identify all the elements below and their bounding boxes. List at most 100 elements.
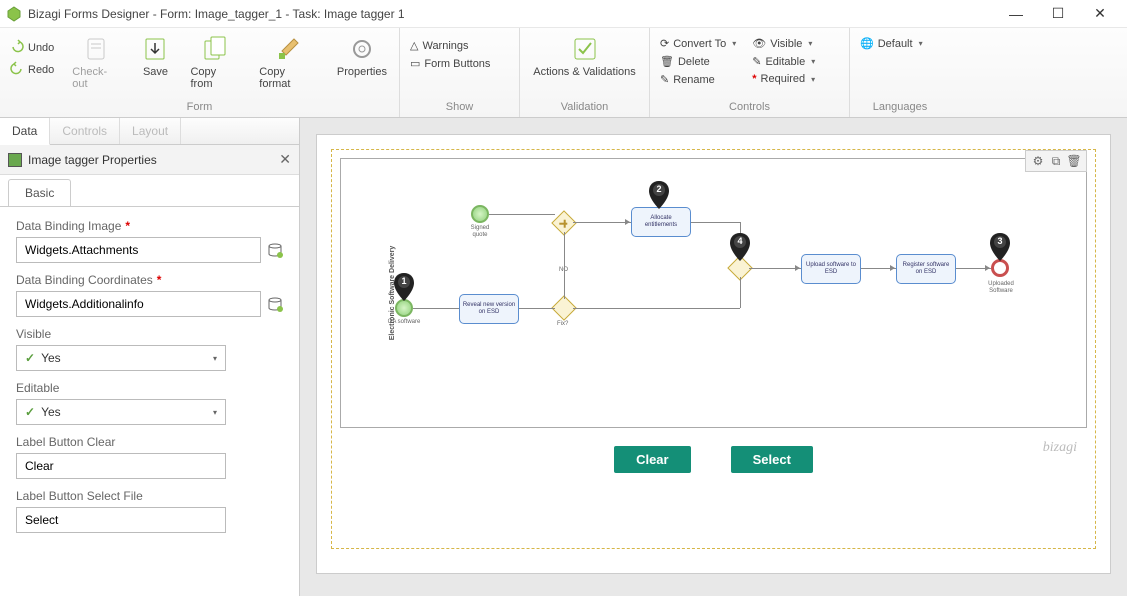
required-indicator: * bbox=[157, 273, 162, 287]
start-label: Signed quote bbox=[463, 225, 497, 238]
default-language-button[interactable]: 🌐Default▾ bbox=[858, 36, 925, 51]
required-toggle[interactable]: *Required▾ bbox=[750, 72, 817, 86]
clear-button[interactable]: Clear bbox=[614, 446, 691, 473]
canvas-area: ⚙ ⧉ 🗑 Electronic Software Delivery Signe… bbox=[300, 118, 1127, 596]
convert-icon: ⟳ bbox=[660, 37, 669, 50]
redo-button[interactable]: Redo bbox=[8, 60, 56, 79]
window-title: Bizagi Forms Designer - Form: Image_tagg… bbox=[28, 7, 995, 21]
data-binding-coords-input[interactable] bbox=[16, 291, 261, 317]
properties-button[interactable]: Properties bbox=[333, 32, 391, 80]
copy-from-icon bbox=[200, 34, 230, 64]
form-container[interactable]: ⚙ ⧉ 🗑 Electronic Software Delivery Signe… bbox=[331, 149, 1096, 549]
sidebar: Data Controls Layout Image tagger Proper… bbox=[0, 118, 300, 596]
save-icon bbox=[140, 34, 170, 64]
map-pin-4[interactable]: 4 bbox=[730, 233, 750, 261]
visible-label: Visible bbox=[16, 327, 51, 341]
start-event-signed-quote bbox=[471, 205, 489, 223]
chevron-down-icon: ▾ bbox=[213, 354, 217, 363]
pencil-icon: ✎ bbox=[752, 55, 761, 68]
convert-to-button[interactable]: ⟳Convert To▾ bbox=[658, 36, 738, 51]
save-button[interactable]: Save bbox=[136, 32, 174, 80]
start-event-ga-software bbox=[395, 299, 413, 317]
check-icon bbox=[570, 34, 600, 64]
chevron-down-icon: ▾ bbox=[732, 39, 736, 48]
bizagi-logo: bizagi bbox=[1043, 440, 1077, 456]
data-binding-image-input[interactable] bbox=[16, 237, 261, 263]
maximize-button[interactable]: ☐ bbox=[1037, 1, 1079, 27]
label-clear-label: Label Button Clear bbox=[16, 435, 115, 449]
database-picker-icon[interactable] bbox=[267, 242, 283, 258]
rename-button[interactable]: ✎Rename bbox=[658, 72, 738, 87]
visible-toggle[interactable]: 👁Visible▾ bbox=[750, 36, 817, 51]
gear-icon bbox=[347, 34, 377, 64]
properties-title: Image tagger Properties bbox=[28, 153, 157, 167]
chevron-down-icon: ▾ bbox=[213, 408, 217, 417]
delete-button[interactable]: 🗑Delete bbox=[658, 54, 738, 69]
chevron-down-icon: ▾ bbox=[811, 75, 815, 84]
editable-toggle[interactable]: ✎Editable▾ bbox=[750, 54, 817, 69]
actions-validations-button[interactable]: Actions & Validations bbox=[529, 32, 640, 80]
app-logo-icon bbox=[6, 6, 22, 22]
data-binding-image-label: Data Binding Image bbox=[16, 219, 121, 233]
form-buttons-icon: ▭ bbox=[410, 57, 420, 70]
chevron-down-icon: ▾ bbox=[919, 39, 923, 48]
chevron-down-icon: ▾ bbox=[808, 39, 812, 48]
database-picker-icon[interactable] bbox=[267, 296, 283, 312]
widget-toolbar: ⚙ ⧉ 🗑 bbox=[1025, 150, 1087, 172]
ribbon-group-controls-label: Controls bbox=[658, 101, 841, 115]
asterisk-icon: * bbox=[752, 73, 756, 85]
chevron-down-icon: ▾ bbox=[811, 57, 815, 66]
label-clear-input[interactable] bbox=[16, 453, 226, 479]
checkout-icon bbox=[81, 34, 111, 64]
delete-icon[interactable]: 🗑 bbox=[1067, 154, 1081, 168]
tab-basic[interactable]: Basic bbox=[8, 179, 71, 206]
gateway-label: Fix? bbox=[557, 321, 568, 328]
settings-icon[interactable]: ⚙ bbox=[1031, 154, 1045, 168]
copy-from-button[interactable]: Copy from bbox=[186, 32, 243, 92]
redo-icon bbox=[10, 61, 24, 78]
ribbon: Undo Redo Check-out Save Copy from Copy … bbox=[0, 28, 1127, 118]
task-reveal: Reveal new version on ESD bbox=[459, 294, 519, 324]
task-upload: Upload software to ESD bbox=[801, 254, 861, 284]
tab-controls[interactable]: Controls bbox=[50, 118, 120, 144]
ribbon-group-languages-label: Languages bbox=[858, 101, 942, 115]
map-pin-3[interactable]: 3 bbox=[990, 233, 1010, 261]
tab-data[interactable]: Data bbox=[0, 118, 50, 145]
select-button[interactable]: Select bbox=[731, 446, 813, 473]
brush-icon bbox=[273, 34, 303, 64]
tab-layout[interactable]: Layout bbox=[120, 118, 181, 144]
warning-icon: △ bbox=[410, 39, 418, 52]
widget-icon bbox=[8, 153, 22, 167]
label-select-input[interactable] bbox=[16, 507, 226, 533]
copy-icon[interactable]: ⧉ bbox=[1049, 154, 1063, 168]
trash-icon: 🗑 bbox=[660, 55, 674, 68]
ribbon-group-show-label: Show bbox=[408, 101, 511, 115]
properties-header: Image tagger Properties ✕ bbox=[0, 145, 299, 175]
ribbon-group-form-label: Form bbox=[8, 101, 391, 115]
ribbon-group-validation-label: Validation bbox=[528, 101, 641, 115]
undo-icon bbox=[10, 39, 24, 56]
data-binding-coords-label: Data Binding Coordinates bbox=[16, 273, 153, 287]
close-window-button[interactable]: ✕ bbox=[1079, 1, 1121, 27]
editable-label: Editable bbox=[16, 381, 59, 395]
end-label: Uploaded Software bbox=[981, 281, 1021, 294]
titlebar: Bizagi Forms Designer - Form: Image_tagg… bbox=[0, 0, 1127, 28]
close-properties-button[interactable]: ✕ bbox=[279, 151, 291, 168]
undo-button[interactable]: Undo bbox=[8, 38, 56, 57]
minimize-button[interactable]: — bbox=[995, 1, 1037, 27]
bpmn-diagram[interactable]: Electronic Software Delivery Signed quot… bbox=[340, 158, 1087, 428]
required-indicator: * bbox=[125, 219, 130, 233]
check-icon: ✓ bbox=[25, 405, 35, 419]
map-pin-1[interactable]: 1 bbox=[394, 273, 414, 301]
eye-icon: 👁 bbox=[752, 37, 766, 50]
task-register: Register software on ESD bbox=[896, 254, 956, 284]
checkout-button[interactable]: Check-out bbox=[68, 32, 124, 92]
map-pin-2[interactable]: 2 bbox=[649, 181, 669, 209]
visible-select[interactable]: ✓Yes▾ bbox=[16, 345, 226, 371]
end-event bbox=[991, 259, 1009, 277]
warnings-button[interactable]: △Warnings bbox=[408, 38, 492, 53]
editable-select[interactable]: ✓Yes▾ bbox=[16, 399, 226, 425]
copy-format-button[interactable]: Copy format bbox=[255, 32, 321, 92]
form-buttons-button[interactable]: ▭Form Buttons bbox=[408, 56, 492, 71]
rename-icon: ✎ bbox=[660, 73, 669, 86]
